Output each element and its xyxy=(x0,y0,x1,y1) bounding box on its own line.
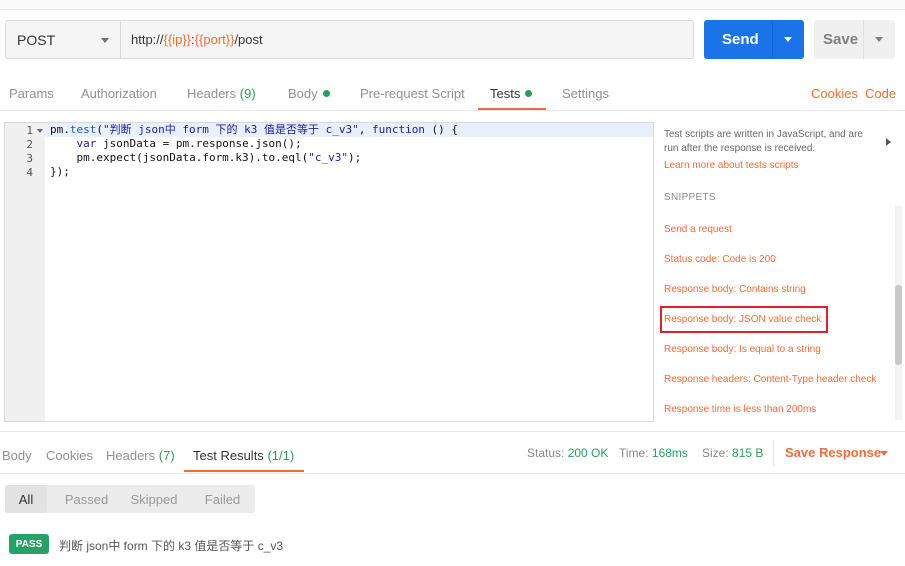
fold-arrow-icon[interactable] xyxy=(37,129,43,133)
size-value: 815 B xyxy=(732,446,764,460)
code-line-2: var jsonData = pm.response.json(); xyxy=(76,137,302,150)
line-number: 3 xyxy=(26,152,33,165)
filter-failed[interactable]: Failed xyxy=(190,485,255,513)
tests-indicator-dot xyxy=(525,90,533,97)
send-button[interactable]: Send xyxy=(704,20,804,59)
save-label: Save xyxy=(823,31,859,48)
resp-tab-headers-count: (7) xyxy=(158,448,175,463)
snippets-description: Test scripts are written in JavaScript, … xyxy=(664,129,863,154)
filter-skipped[interactable]: Skipped xyxy=(124,485,184,513)
code-line-3: pm.expect(jsonData.form.k3).to.eql("c_v3… xyxy=(50,151,362,164)
resp-tab-body[interactable]: Body xyxy=(2,448,32,463)
tab-headers-count: (9) xyxy=(239,86,256,101)
resp-tab-test-results-label: Test Results xyxy=(193,448,264,463)
active-tab-underline xyxy=(478,108,546,110)
status-value: 200 OK xyxy=(567,446,609,460)
url-var-port: {{port}} xyxy=(194,32,235,47)
cookies-link[interactable]: Cookies xyxy=(811,86,858,101)
tab-pre-request-script[interactable]: Pre-request Script xyxy=(360,86,465,101)
save-options-chevron-icon[interactable] xyxy=(875,37,883,42)
send-label: Send xyxy=(722,31,759,48)
url-var-ip: {{ip}} xyxy=(163,32,192,47)
time-value: 168ms xyxy=(651,446,688,460)
url-input[interactable]: http://{{ip}}: {{port}}/post xyxy=(120,20,694,59)
highlight-annotation-box xyxy=(660,306,828,333)
save-response-button[interactable]: Save Response xyxy=(785,445,881,460)
save-button[interactable]: Save xyxy=(814,20,895,59)
learn-more-link[interactable]: Learn more about tests scripts xyxy=(664,160,799,171)
response-tabs: Body Cookies Headers (7) Test Results (1… xyxy=(0,432,905,474)
tab-headers[interactable]: Headers (9) xyxy=(187,86,256,101)
snippet-content-type-check[interactable]: Response headers: Content-Type header ch… xyxy=(664,374,876,385)
url-suffix: /post xyxy=(234,32,263,47)
tab-authorization[interactable]: Authorization xyxy=(81,86,157,101)
snippet-send-request[interactable]: Send a request xyxy=(664,224,732,235)
method-select[interactable]: POST xyxy=(5,20,121,59)
line-number: 1 xyxy=(26,124,33,137)
resp-tab-test-results[interactable]: Test Results (1/1) xyxy=(193,448,294,463)
pass-badge: PASS xyxy=(9,534,49,554)
time-label: Time: xyxy=(619,446,649,460)
send-divider xyxy=(772,20,773,59)
snippet-equal-to-string[interactable]: Response body: Is equal to a string xyxy=(664,344,821,355)
time-display: Time: 168ms xyxy=(619,446,688,460)
collapse-panel-arrow-icon[interactable] xyxy=(886,138,891,146)
resp-active-tab-underline xyxy=(184,470,304,472)
test-result-name: 判断 json中 form 下的 k3 值是否等于 c_v3 xyxy=(59,539,284,553)
snippet-contains-string[interactable]: Response body: Contains string xyxy=(664,284,806,295)
tab-body[interactable]: Body xyxy=(288,86,330,101)
body-indicator-dot xyxy=(322,90,330,97)
line-number: 4 xyxy=(26,166,33,179)
save-divider xyxy=(863,20,864,59)
tab-tests-label: Tests xyxy=(490,86,521,101)
size-label: Size: xyxy=(702,446,729,460)
line-number: 2 xyxy=(26,138,33,151)
method-label: POST xyxy=(17,31,56,48)
request-tabs: Params Authorization Headers (9) Body Pr… xyxy=(0,76,905,111)
code-line-1: pm.test("判断 json中 form 下的 k3 值是否等于 c_v3"… xyxy=(50,123,459,136)
resp-tab-cookies[interactable]: Cookies xyxy=(46,448,93,463)
result-filter-group: All Passed Skipped Failed xyxy=(5,485,255,513)
tab-body-label: Body xyxy=(288,86,318,101)
code-link[interactable]: Code xyxy=(865,86,896,101)
top-strip xyxy=(0,0,905,10)
snippet-status-code[interactable]: Status code: Code is 200 xyxy=(664,254,776,265)
tab-settings[interactable]: Settings xyxy=(562,86,609,101)
snippet-response-time[interactable]: Response time is less than 200ms xyxy=(664,404,816,415)
chevron-down-icon xyxy=(101,38,109,43)
url-prefix: http:// xyxy=(131,32,164,47)
filter-passed[interactable]: Passed xyxy=(49,485,124,513)
size-display: Size: 815 B xyxy=(702,446,763,460)
status-display: Status: 200 OK xyxy=(527,446,608,460)
status-label: Status: xyxy=(527,446,565,460)
send-options-chevron-icon[interactable] xyxy=(784,37,792,42)
tab-params[interactable]: Params xyxy=(9,86,54,101)
resp-tab-test-results-count: (1/1) xyxy=(267,448,295,463)
tab-tests[interactable]: Tests xyxy=(490,86,533,101)
resp-tab-headers[interactable]: Headers (7) xyxy=(106,448,175,463)
test-script-editor[interactable]: 1 2 3 4 pm.test("判断 json中 form 下的 k3 值是否… xyxy=(4,122,654,422)
snippets-heading: SNIPPETS xyxy=(664,192,716,203)
code-line-4: }); xyxy=(50,165,70,178)
save-response-chevron-icon[interactable] xyxy=(880,451,888,456)
response-separator xyxy=(773,440,774,466)
resp-tab-headers-label: Headers xyxy=(106,448,156,463)
editor-gutter: 1 2 3 4 xyxy=(5,123,45,421)
tab-headers-label: Headers xyxy=(187,86,237,101)
snippets-scrollbar-thumb[interactable] xyxy=(895,285,902,365)
filter-all[interactable]: All xyxy=(5,485,47,513)
